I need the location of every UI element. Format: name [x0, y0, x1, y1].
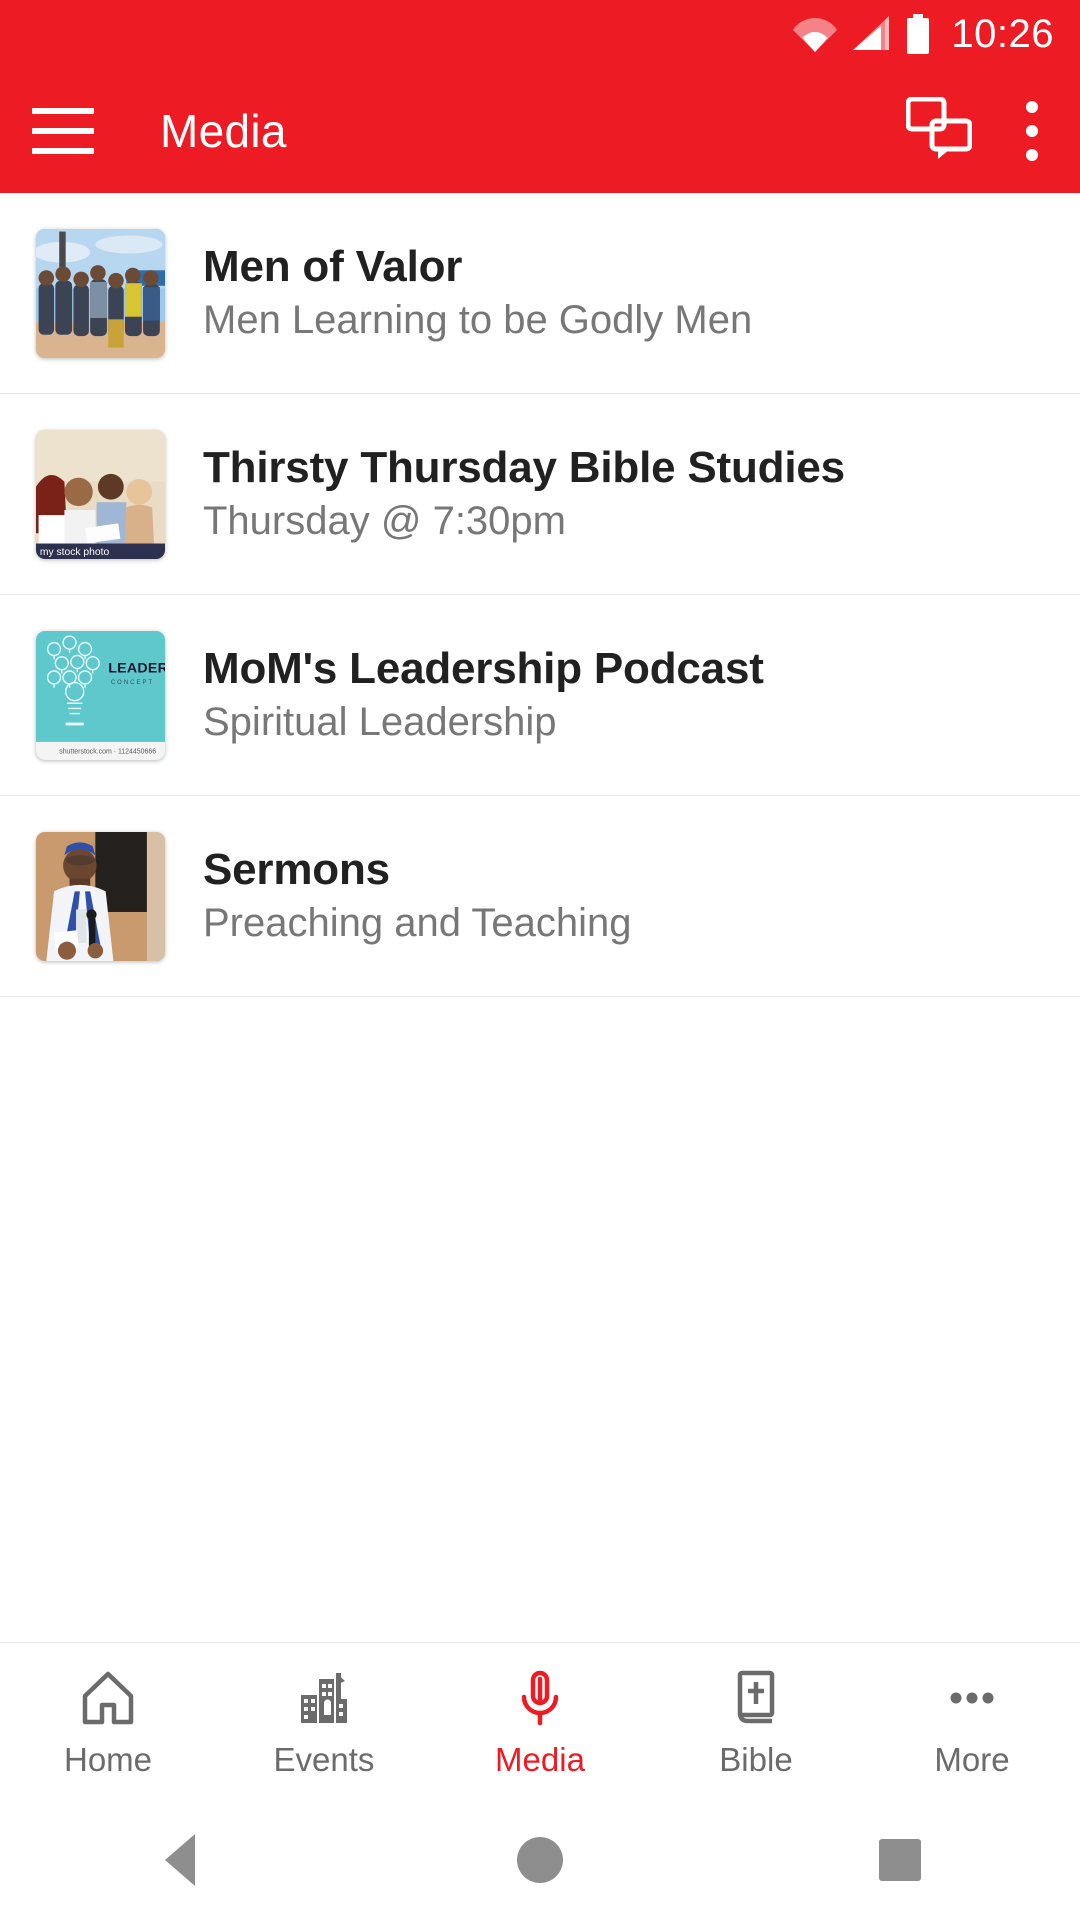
svg-text:LEADERSHIP: LEADERSHIP — [108, 660, 165, 676]
battery-icon — [905, 14, 931, 54]
list-item-subtitle: Preaching and Teaching — [203, 901, 632, 946]
microphone-icon — [511, 1667, 569, 1729]
page-title: Media — [160, 104, 287, 157]
list-item-title: Thirsty Thursday Bible Studies — [203, 443, 845, 493]
buildings-icon — [295, 1667, 353, 1729]
list-item-title: MoM's Leadership Podcast — [203, 644, 764, 694]
app-screen: 10:26 Media Men of Valor Men Learning to… — [0, 0, 1080, 1920]
list-item-text: MoM's Leadership Podcast Spiritual Leade… — [203, 644, 764, 745]
media-list: Men of Valor Men Learning to be Godly Me… — [0, 193, 1080, 1642]
tab-media[interactable]: Media — [432, 1667, 648, 1776]
overflow-menu-icon[interactable] — [1026, 100, 1038, 161]
tab-events[interactable]: Events — [216, 1667, 432, 1776]
app-bar: Media — [0, 68, 1080, 193]
tab-label: More — [934, 1741, 1010, 1778]
chat-bubbles-icon[interactable] — [905, 96, 973, 164]
tab-label: Bible — [719, 1741, 793, 1778]
list-item-thumbnail — [36, 228, 165, 358]
list-item[interactable]: Men of Valor Men Learning to be Godly Me… — [0, 193, 1080, 394]
tab-home[interactable]: Home — [0, 1667, 216, 1776]
wifi-icon — [793, 16, 838, 52]
cellular-signal-icon — [851, 16, 891, 52]
system-navigation-bar — [0, 1800, 1080, 1920]
list-item[interactable]: my stock photo Thirsty Thursday Bible St… — [0, 394, 1080, 595]
tab-label: Events — [273, 1741, 375, 1778]
home-icon — [79, 1667, 137, 1729]
list-item-text: Thirsty Thursday Bible Studies Thursday … — [203, 443, 845, 544]
list-item[interactable]: LEADERSHIP CONCEPT shutterstock.com · 11… — [0, 595, 1080, 796]
tab-label: Media — [495, 1741, 585, 1778]
tab-label: Home — [63, 1741, 153, 1778]
svg-text:shutterstock.com · 1124450666: shutterstock.com · 1124450666 — [59, 748, 156, 755]
hamburger-menu-icon[interactable] — [32, 107, 94, 154]
list-item-subtitle: Spiritual Leadership — [203, 700, 557, 745]
list-item-text: Men of Valor Men Learning to be Godly Me… — [203, 242, 753, 343]
list-item-thumbnail — [36, 831, 165, 961]
back-button[interactable] — [110, 1800, 250, 1920]
list-item-subtitle: Thursday @ 7:30pm — [203, 499, 566, 544]
bible-book-icon — [727, 1667, 785, 1729]
tab-more[interactable]: More — [864, 1667, 1080, 1776]
svg-text:CONCEPT: CONCEPT — [111, 679, 154, 685]
list-item-text: Sermons Preaching and Teaching — [203, 845, 632, 946]
list-item-thumbnail: my stock photo — [36, 429, 165, 559]
tab-bible[interactable]: Bible — [648, 1667, 864, 1776]
ellipsis-icon — [943, 1667, 1001, 1729]
app-bar-actions — [905, 96, 1048, 164]
bottom-tab-bar: Home Events Media Bible More — [0, 1642, 1080, 1800]
svg-text:my stock photo: my stock photo — [40, 547, 110, 558]
home-button[interactable] — [470, 1800, 610, 1920]
list-item-subtitle: Men Learning to be Godly Men — [203, 298, 753, 343]
status-bar: 10:26 — [0, 0, 1080, 68]
list-item-title: Men of Valor — [203, 242, 463, 292]
status-bar-clock: 10:26 — [951, 12, 1054, 56]
recents-button[interactable] — [830, 1800, 970, 1920]
list-item-title: Sermons — [203, 845, 390, 895]
list-item-thumbnail: LEADERSHIP CONCEPT shutterstock.com · 11… — [36, 630, 165, 760]
list-item[interactable]: Sermons Preaching and Teaching — [0, 796, 1080, 997]
